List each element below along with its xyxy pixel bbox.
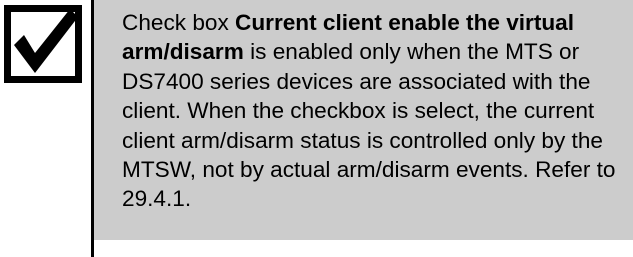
note-text: Check box Current client enable the virt…: [122, 8, 621, 214]
note-text-before: Check box: [122, 10, 236, 35]
checkbox-checked-icon: [4, 5, 82, 83]
note-text-after: is enabled only when the MTS or DS7400 s…: [122, 39, 616, 212]
note-text-panel: Check box Current client enable the virt…: [94, 0, 633, 240]
note-callout: Check box Current client enable the virt…: [0, 0, 633, 257]
note-icon-cell: [0, 0, 94, 257]
